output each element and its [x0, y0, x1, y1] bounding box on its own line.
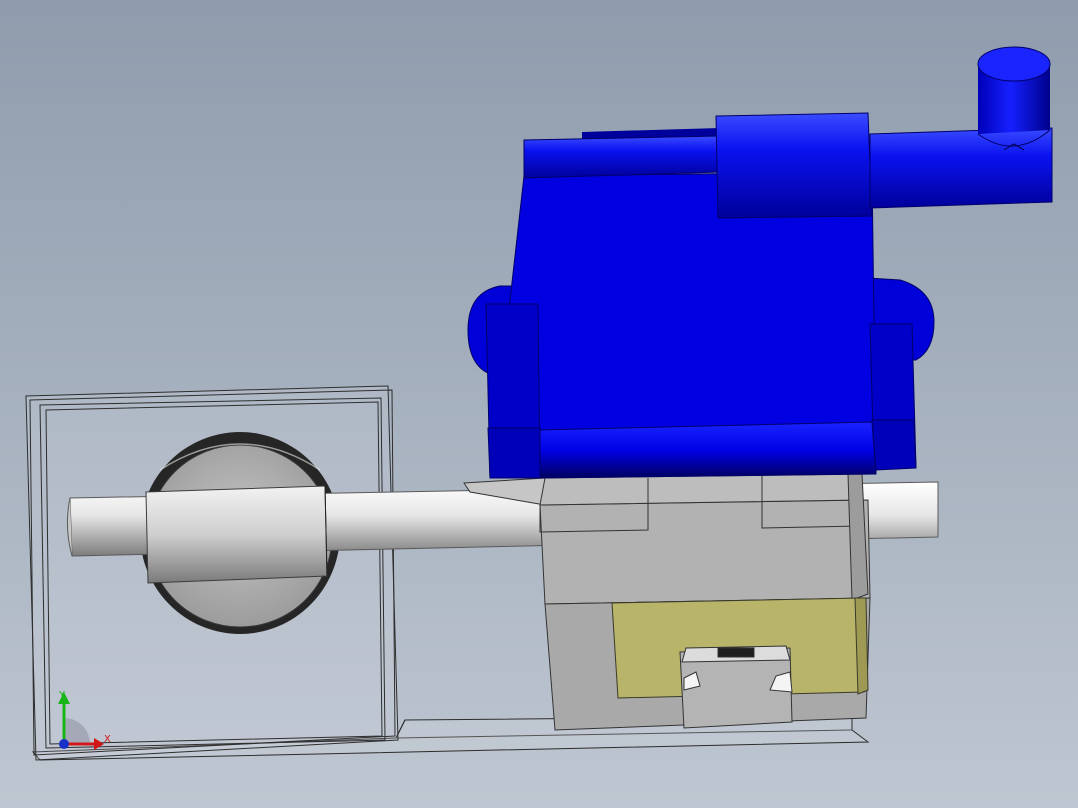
shaft-sleeve[interactable] [145, 485, 328, 584]
pump-top-tube[interactable] [523, 128, 721, 179]
triad-z-origin [59, 739, 69, 749]
cad-model-scene[interactable]: Y X [0, 0, 1078, 808]
pump-bottom-band[interactable] [539, 421, 877, 479]
pump-collar-block[interactable] [715, 112, 873, 219]
rail-slider[interactable] [679, 645, 793, 729]
outlet-pipe[interactable] [869, 127, 1053, 209]
triad-x-label: X [104, 734, 111, 745]
cad-graphics-viewport[interactable]: Y X [0, 0, 1078, 808]
triad-y-label: Y [58, 690, 66, 701]
